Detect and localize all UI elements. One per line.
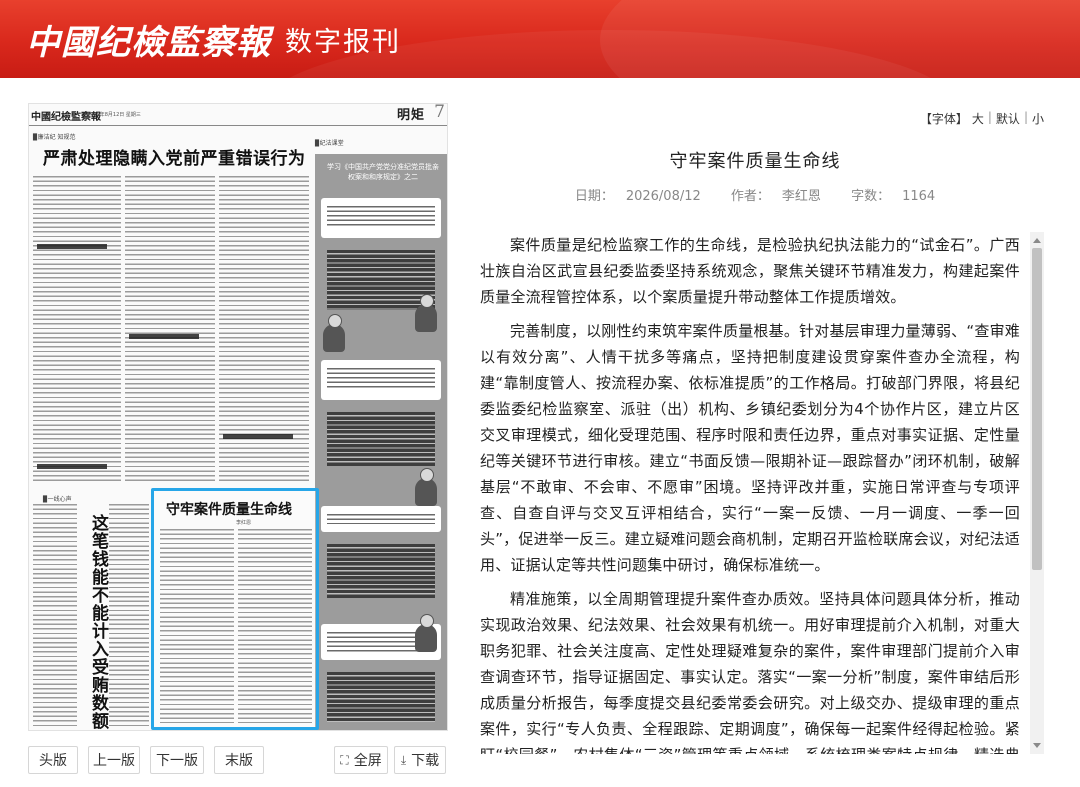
first-page-button[interactable]: 头版 (28, 746, 78, 774)
font-size-separator: | (987, 110, 992, 124)
download-icon: ⤓ (400, 752, 407, 767)
article-scrollbar[interactable] (1030, 232, 1044, 754)
prev-page-button[interactable]: 上一版 (88, 746, 140, 774)
fullscreen-label: 全屏 (353, 753, 382, 769)
side-panel-answer (321, 538, 441, 604)
side-panel-title: 学习《中国共产党党分准纪党员批亲权案和和序规定》之二 (327, 163, 439, 181)
scroll-down-icon[interactable] (1033, 743, 1041, 748)
cartoon-figure (415, 294, 437, 332)
article-word-count: 字数： 1164 (851, 189, 936, 204)
font-size-separator: | (1023, 110, 1028, 124)
side-panel-question (321, 506, 441, 532)
fullscreen-button[interactable]: ⛶ 全屏 (334, 746, 388, 774)
article-paragraph: 完善制度，以刚性约束筑牢案件质量根基。针对基层审理力量薄弱、“查审难以有效分离”… (480, 322, 1020, 574)
article-title: 守牢案件质量生命线 (669, 151, 841, 172)
logo-sub-text: 数字报刊 (285, 26, 401, 58)
paper-header: 中國纪檢監察報 2026年8月12日 星期三 明矩 7 (29, 104, 447, 126)
font-size-controls: 【字体】 大 | 默认 | 小 (920, 110, 1044, 127)
logo-main-text: 中國纪檢監察報 (26, 22, 271, 63)
article-meta: 日期： 2026/08/12 作者： 李红恩 字数： 1164 (480, 185, 1030, 204)
paper-text-column (238, 529, 312, 723)
newspaper-page[interactable]: 中國纪檢監察報 2026年8月12日 星期三 明矩 7 ▉廉洁纪 知规范 ▉纪法… (28, 103, 448, 731)
article-body[interactable]: 案件质量是纪检监察工作的生命线，是检验执纪执法能力的“试金石”。广西壮族自治区武… (480, 232, 1020, 754)
paper-subhead (37, 244, 107, 249)
article-paragraph: 案件质量是纪检监察工作的生命线，是检验执纪执法能力的“试金石”。广西壮族自治区武… (480, 236, 1020, 306)
cartoon-figure (323, 314, 345, 352)
font-size-label: 【字体】 (919, 112, 968, 126)
side-panel-question (321, 360, 441, 400)
paper-headline[interactable]: 严肃处理隐瞒入党前严重错误行为 (43, 144, 306, 169)
selected-article-highlight[interactable]: 守牢案件质量生命线 李红恩 (151, 488, 319, 730)
paper-text-column[interactable] (33, 176, 121, 481)
paper-subhead (129, 334, 199, 339)
paper-text-column[interactable] (33, 504, 77, 726)
article-author: 作者： 李红恩 (730, 189, 821, 204)
font-size-default[interactable]: 默认 (996, 110, 1020, 127)
fullscreen-icon: ⛶ (340, 752, 349, 767)
cartoon-figure (415, 468, 437, 506)
highlight-article-author: 李红恩 (236, 520, 252, 526)
side-panel-question (321, 198, 441, 238)
article-paragraph: 精准施策，以全周期管理提升案件查办质效。坚持具体问题具体分析，推动实现政治效果、… (480, 590, 1020, 754)
scroll-up-icon[interactable] (1033, 238, 1041, 243)
paper-text-column (160, 529, 234, 723)
paper-text-column[interactable] (125, 176, 215, 481)
paper-date: 2026年8月12日 星期三 (87, 112, 141, 118)
paper-subhead (37, 464, 107, 469)
next-page-button[interactable]: 下一版 (150, 746, 204, 774)
article-date: 日期： 2026/08/12 (574, 189, 701, 204)
download-button[interactable]: ⤓ 下载 (394, 746, 446, 774)
scrollbar-thumb[interactable] (1032, 248, 1042, 570)
side-panel-answer (321, 406, 441, 472)
paper-text-column[interactable] (109, 504, 149, 726)
paper-subhead (223, 434, 293, 439)
column-tag: ▉纪法课堂 (315, 140, 344, 147)
paper-side-panel[interactable]: 学习《中国共产党党分准纪党员批亲权案和和序规定》之二 (315, 154, 447, 730)
site-logo[interactable]: 中國纪檢監察報 数字报刊 (26, 14, 401, 64)
last-page-button[interactable]: 末版 (214, 746, 264, 774)
paper-vertical-headline[interactable]: 这笔钱能不能计入受贿数额 (81, 514, 108, 730)
highlight-article-title: 守牢案件质量生命线 (166, 502, 292, 518)
column-tag: ▉一线心声 (43, 496, 72, 503)
font-size-small[interactable]: 小 (1032, 110, 1044, 127)
column-tag: ▉廉洁纪 知规范 (33, 134, 76, 141)
paper-page-number: 7 (434, 103, 445, 122)
font-size-large[interactable]: 大 (972, 110, 984, 127)
paper-section-name: 明矩 (396, 108, 425, 123)
side-panel-answer (321, 666, 441, 728)
header-banner: 中國纪檢監察報 数字报刊 (0, 0, 1080, 78)
download-label: 下载 (411, 753, 440, 769)
cartoon-figure (415, 614, 437, 652)
